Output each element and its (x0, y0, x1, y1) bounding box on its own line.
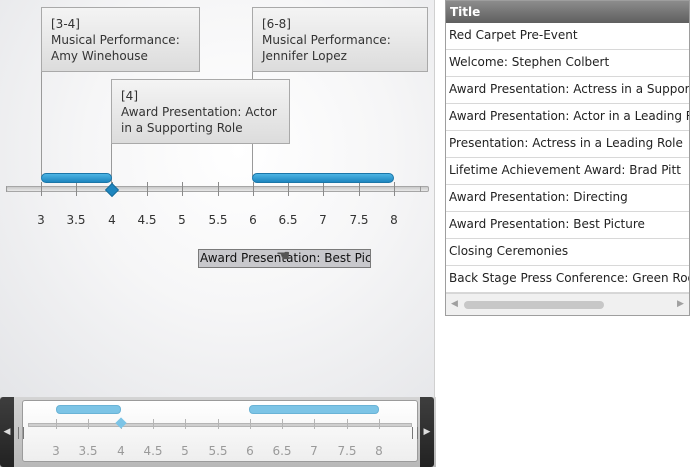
callout-title: Award Presentation: Actor in a Supportin… (121, 105, 277, 135)
scroll-left-button[interactable]: ◀ (0, 397, 14, 467)
axis-tick-label: 4.5 (137, 213, 157, 227)
axis-tick (76, 182, 77, 196)
axis-tick (253, 182, 254, 196)
axis-tick-label: 5 (178, 213, 186, 227)
axis-tick (323, 182, 324, 196)
navigator-tick-label: 4 (117, 444, 125, 458)
callout-title: Musical Performance: Jennifer Lopez (262, 33, 391, 63)
column-header-title[interactable]: Title (446, 1, 689, 23)
axis-tick-label: 6 (249, 213, 257, 227)
callout-title: Musical Performance: Amy Winehouse (51, 33, 180, 63)
navigator-tick (185, 419, 186, 429)
navigator-tick (314, 419, 315, 429)
grid-row[interactable]: Lifetime Achievement Award: Brad Pitt (446, 158, 689, 185)
grid-row[interactable]: Welcome: Stephen Colbert (446, 50, 689, 77)
axis-tick (359, 182, 360, 196)
navigator-tick (218, 419, 219, 429)
callout-connector (41, 71, 42, 177)
axis-tick (182, 182, 183, 196)
navigator-tick (250, 419, 251, 429)
axis-tick-label: 8 (390, 213, 398, 227)
navigator-tick-label: 7.5 (337, 444, 357, 458)
grid-row[interactable]: Award Presentation: Actor in a Leading R… (446, 104, 689, 131)
scroll-right-icon[interactable]: ▶ (677, 299, 684, 309)
axis-tick-label: 4 (108, 213, 116, 227)
navigator-axis (28, 423, 412, 427)
grid-row[interactable]: Award Presentation: Directing (446, 185, 689, 212)
navigator-tick-label: 5 (181, 444, 189, 458)
callout-range: [6-8] (262, 17, 291, 31)
grid-row[interactable]: Red Carpet Pre-Event (446, 23, 689, 50)
axis-minor-tick (420, 186, 421, 192)
navigator-tick-label: 8 (375, 444, 383, 458)
navigator-right-handle[interactable] (412, 427, 418, 439)
axis-tick (41, 182, 42, 196)
axis-tick-label: 5.5 (208, 213, 228, 227)
grid-row[interactable]: Award Presentation: Best Picture (446, 212, 689, 239)
navigator-tick (282, 419, 283, 429)
navigator-bar-jennifer-lopez (249, 405, 379, 414)
callout-range: [3-4] (51, 17, 80, 31)
navigator-tick (153, 419, 154, 429)
navigator-left-handle[interactable] (18, 427, 24, 439)
arrow-right-icon: ▶ (423, 427, 431, 437)
navigator-tick-label: 4.5 (143, 444, 163, 458)
callout-range: [4] (121, 89, 138, 103)
timeline-bar-amy-winehouse[interactable] (41, 173, 112, 183)
timeline-callout[interactable]: [6-8] Musical Performance: Jennifer Lope… (252, 7, 428, 72)
grid-row[interactable]: Award Presentation: Actress in a Support… (446, 77, 689, 104)
events-grid[interactable]: Title Red Carpet Pre-Event Welcome: Steph… (445, 0, 690, 316)
hand-cursor-icon: ☚ (276, 246, 291, 265)
axis-tick-label: 6.5 (278, 213, 298, 227)
axis-tick (218, 182, 219, 196)
axis-tick (288, 182, 289, 196)
axis-tick (147, 182, 148, 196)
scroll-right-button[interactable]: ▶ (420, 397, 434, 467)
navigator-tick-label: 5.5 (208, 444, 228, 458)
axis-tick-label: 7 (319, 213, 327, 227)
scroll-left-icon[interactable]: ◀ (451, 299, 458, 309)
timeline-callout[interactable]: [4] Award Presentation: Actor in a Suppo… (111, 79, 290, 144)
scrollbar-thumb[interactable] (464, 301, 604, 309)
navigator-tick (56, 419, 57, 429)
axis-tick-label: 3 (37, 213, 45, 227)
grid-row[interactable]: Back Stage Press Conference: Green Room (446, 266, 689, 293)
grid-row[interactable]: Presentation: Actress in a Leading Role (446, 131, 689, 158)
axis-minor-tick (6, 186, 7, 192)
navigator-tick-label: 6 (246, 444, 254, 458)
navigator-tick (347, 419, 348, 429)
navigator-tick-label: 3.5 (78, 444, 98, 458)
navigator-tick (88, 419, 89, 429)
navigator-tick-label: 3 (52, 444, 60, 458)
grid-row[interactable]: Closing Ceremonies (446, 239, 689, 266)
axis-tick (394, 182, 395, 196)
timeline-callout[interactable]: [3-4] Musical Performance: Amy Winehouse (41, 7, 200, 72)
navigator-tick-label: 6.5 (272, 444, 292, 458)
navigator-tick (379, 419, 380, 429)
timeline-bar-jennifer-lopez[interactable] (252, 173, 394, 183)
navigator-bar-amy-winehouse (56, 405, 121, 414)
axis-tick-label: 3.5 (66, 213, 86, 227)
timeline-panel[interactable]: [3-4] Musical Performance: Amy Winehouse… (0, 0, 435, 397)
navigator-tick-label: 7 (310, 444, 318, 458)
axis-tick-label: 7.5 (349, 213, 369, 227)
horizontal-scrollbar[interactable]: ◀ ▶ (446, 293, 689, 315)
arrow-left-icon: ◀ (3, 427, 11, 437)
